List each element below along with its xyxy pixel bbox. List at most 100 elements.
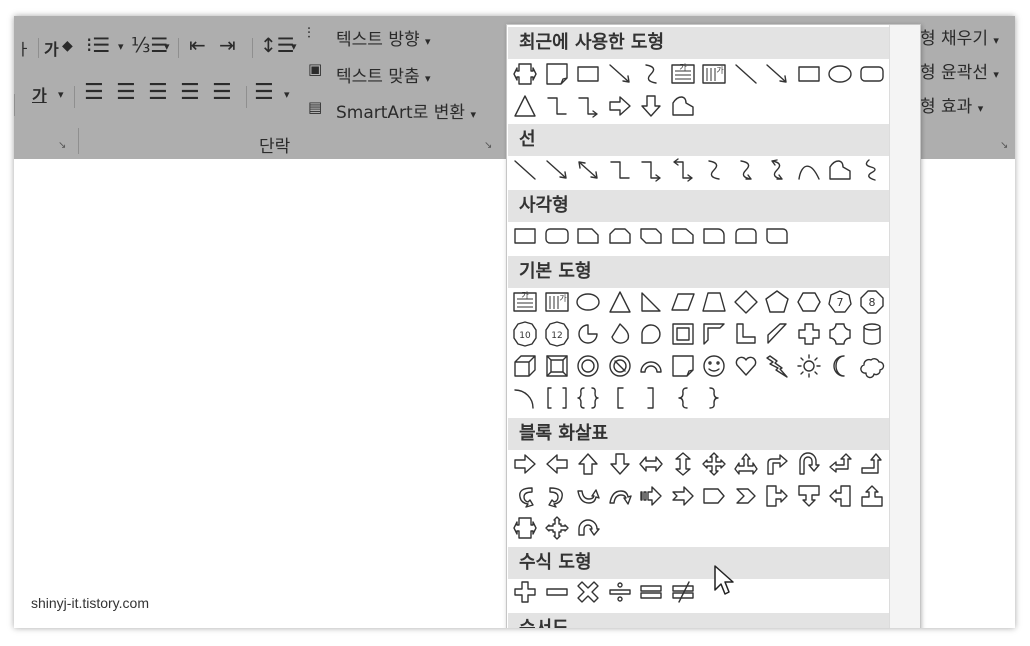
line-spacing-dropdown[interactable]: ▾ (291, 40, 297, 53)
shape-quad-arrow-icon[interactable] (701, 451, 727, 477)
shape-moon-icon[interactable] (827, 353, 853, 379)
shape-left-right-arrow-callout-icon[interactable] (512, 515, 538, 541)
shape-sun-icon[interactable] (796, 353, 822, 379)
shape-left-bracket-icon[interactable] (607, 385, 633, 411)
shape-up-arrow-icon[interactable] (575, 451, 601, 477)
shape-recent-arrow-line-icon[interactable] (607, 61, 633, 87)
font-color-button[interactable]: 가 (32, 82, 47, 106)
shape-elbow-arrow-connector-icon[interactable] (638, 157, 664, 183)
shape-curved-arrow-connector-icon[interactable] (733, 157, 759, 183)
shape-math-multiply-icon[interactable] (575, 579, 601, 605)
shape-plaque-icon[interactable] (827, 321, 853, 347)
shape-left-up-arrow-icon[interactable] (827, 451, 853, 477)
shape-snip-diagonal-rectangle-icon[interactable] (638, 223, 664, 249)
gallery-scrollbar[interactable] (889, 25, 920, 628)
shape-left-brace-icon[interactable] (670, 385, 696, 411)
shape-smiley-face-icon[interactable] (701, 353, 727, 379)
shape-line-icon[interactable] (512, 157, 538, 183)
shape-recent-down-arrow-icon[interactable] (638, 93, 664, 119)
text-direction-button[interactable]: 텍스트 방향 ▾ (336, 25, 431, 50)
shape-heptagon-icon[interactable]: 7 (827, 289, 853, 315)
shape-lightning-bolt-icon[interactable] (764, 353, 790, 379)
shape-decagon-icon[interactable]: 10 (512, 321, 538, 347)
decrease-indent-button[interactable]: ⇤ (189, 33, 206, 57)
shape-notched-right-arrow-icon[interactable] (670, 483, 696, 509)
bullets-dropdown[interactable]: ▾ (118, 40, 124, 53)
shape-snip-single-corner-rectangle-icon[interactable] (575, 223, 601, 249)
shape-hexagon-icon[interactable] (796, 289, 822, 315)
align-center-button[interactable]: ☰ (116, 80, 136, 105)
shape-half-frame-icon[interactable] (701, 321, 727, 347)
shape-math-plus-icon[interactable] (512, 579, 538, 605)
shape-recent-elbow-connector-icon[interactable] (544, 93, 570, 119)
shape-round-same-side-rectangle-icon[interactable] (733, 223, 759, 249)
shape-snip-round-rectangle-icon[interactable] (670, 223, 696, 249)
shape-recent-rectangle-2-icon[interactable] (796, 61, 822, 87)
shape-recent-freeform-icon[interactable] (670, 93, 696, 119)
distribute-button[interactable]: ☰ (212, 80, 232, 105)
shape-cloud-icon[interactable] (859, 353, 885, 379)
shape-heart-icon[interactable] (733, 353, 759, 379)
dialog-launcher-left[interactable]: ↘ (58, 140, 66, 151)
drawing-dialog-launcher[interactable]: ↘ (1000, 140, 1008, 151)
shape-fill-button[interactable]: 형 채우기 ▾ (920, 24, 999, 49)
numbering-button[interactable]: ⅓☰ (131, 33, 168, 57)
shape-double-brace-icon[interactable] (575, 385, 601, 411)
shape-line-arrow-icon[interactable] (544, 157, 570, 183)
shape-vertical-textbox-icon[interactable]: 가 (544, 289, 570, 315)
shape-block-arc-icon[interactable] (638, 353, 664, 379)
shape-bent-arrow-icon[interactable] (764, 451, 790, 477)
shape-cross-icon[interactable] (796, 321, 822, 347)
shape-down-arrow-callout-icon[interactable] (796, 483, 822, 509)
shape-curved-left-arrow-icon[interactable] (544, 483, 570, 509)
shape-chord-icon[interactable] (607, 321, 633, 347)
shape-recent-elbow-arrow-icon[interactable] (575, 93, 601, 119)
shape-curved-double-arrow-connector-icon[interactable] (764, 157, 790, 183)
shape-striped-right-arrow-icon[interactable] (638, 483, 664, 509)
shape-right-bracket-icon[interactable] (638, 385, 664, 411)
shape-round-diagonal-rectangle-icon[interactable] (764, 223, 790, 249)
shape-elbow-double-arrow-connector-icon[interactable] (670, 157, 696, 183)
shape-parallelogram-icon[interactable] (670, 289, 696, 315)
shape-dodecagon-icon[interactable]: 12 (544, 321, 570, 347)
shape-oval-icon[interactable] (575, 289, 601, 315)
shape-chevron-icon[interactable] (733, 483, 759, 509)
shape-folded-corner-icon[interactable] (670, 353, 696, 379)
shape-curved-connector-icon[interactable] (701, 157, 727, 183)
shape-rectangle-icon[interactable] (512, 223, 538, 249)
shape-recent-scroll-icon[interactable] (544, 61, 570, 87)
shape-arc-icon[interactable] (512, 385, 538, 411)
align-left-button[interactable]: ☰ (84, 80, 104, 105)
shape-math-minus-icon[interactable] (544, 579, 570, 605)
shape-effect-button[interactable]: 형 효과 ▾ (920, 92, 983, 117)
shape-math-not-equal-icon[interactable] (670, 579, 696, 605)
font-color-dropdown[interactable]: ▾ (58, 88, 64, 101)
columns-button[interactable]: ☰ (254, 80, 274, 105)
shape-recent-ellipse-icon[interactable] (827, 61, 853, 87)
shape-recent-right-arrow-icon[interactable] (607, 93, 633, 119)
paragraph-dialog-launcher[interactable]: ↘ (484, 140, 492, 151)
shape-right-arrow-icon[interactable] (512, 451, 538, 477)
line-spacing-button[interactable]: ↕☰ (260, 33, 295, 57)
shape-freeform-icon[interactable] (827, 157, 853, 183)
shape-bent-up-arrow-icon[interactable] (859, 451, 885, 477)
shape-math-equal-icon[interactable] (638, 579, 664, 605)
shape-pentagon-arrow-icon[interactable] (701, 483, 727, 509)
shape-recent-arrow-line-2-icon[interactable] (764, 61, 790, 87)
shape-recent-textbox-icon[interactable]: 가 (670, 61, 696, 87)
smartart-button[interactable]: SmartArt로 변환 ▾ (336, 98, 476, 123)
shape-curved-up-arrow-icon[interactable] (575, 483, 601, 509)
shape-u-turn-arrow-icon[interactable] (796, 451, 822, 477)
shape-cube-icon[interactable] (512, 353, 538, 379)
shape-textbox-icon[interactable]: 가 (512, 289, 538, 315)
shape-round-single-corner-rectangle-icon[interactable] (701, 223, 727, 249)
bullets-button[interactable]: ⁝☰ (86, 33, 110, 57)
shape-diamond-icon[interactable] (733, 289, 759, 315)
justify-button[interactable]: ☰ (180, 80, 200, 105)
shape-no-symbol-icon[interactable] (607, 353, 633, 379)
shape-can-icon[interactable] (859, 321, 885, 347)
increase-indent-button[interactable]: ⇥ (219, 33, 236, 57)
shape-recent-curve-icon[interactable] (638, 61, 664, 87)
shape-double-bracket-icon[interactable] (544, 385, 570, 411)
shape-circular-arrow-icon[interactable] (575, 515, 601, 541)
